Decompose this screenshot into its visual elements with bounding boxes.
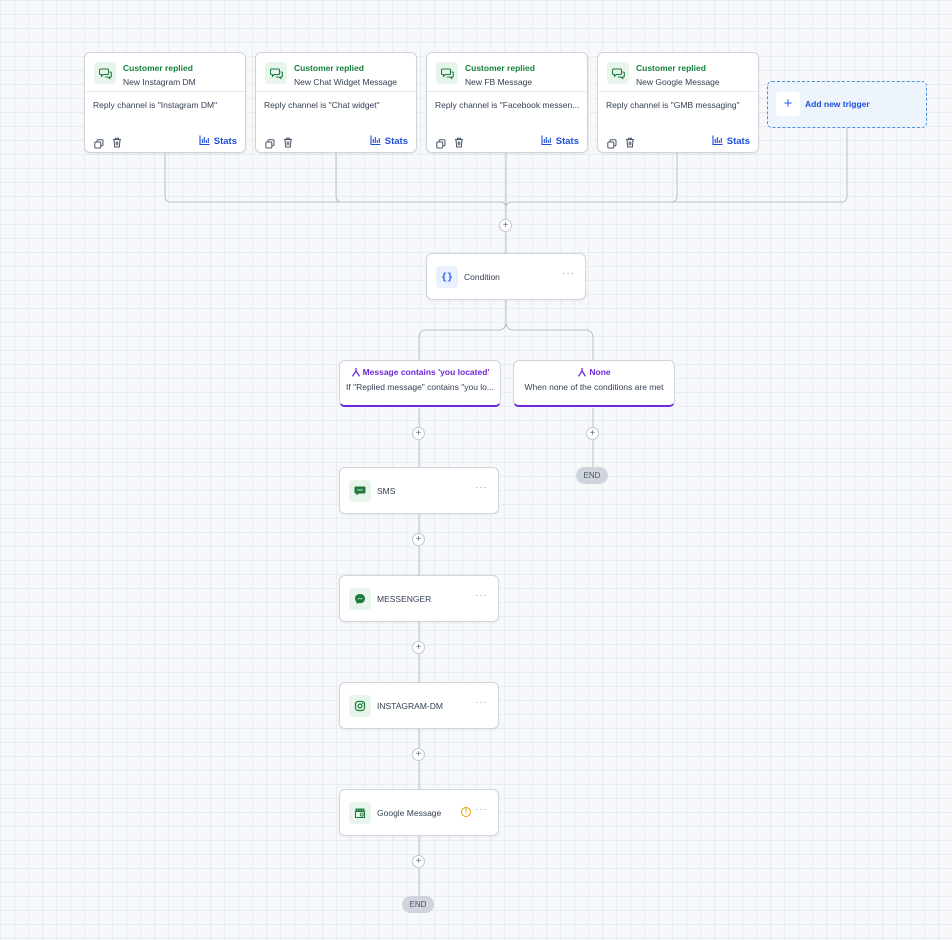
- add-step-button[interactable]: +: [586, 427, 599, 440]
- add-new-trigger-label: Add new trigger: [805, 99, 870, 109]
- branch-description: If "Replied message" contains "you lo...: [346, 382, 494, 392]
- branch-split-icon: [351, 368, 360, 377]
- trigger-header: Customer replied New Instagram DM: [85, 53, 245, 92]
- trigger-subtitle: New Instagram DM: [123, 77, 196, 87]
- end-badge: END: [576, 467, 608, 484]
- trigger-footer: Stats: [427, 130, 587, 152]
- condition-node[interactable]: {} Condition ···: [426, 253, 586, 300]
- trigger-description: Reply channel is "GMB messaging": [606, 100, 740, 110]
- condition-label: Condition: [464, 272, 500, 282]
- add-step-button[interactable]: +: [412, 641, 425, 654]
- more-options-icon[interactable]: ···: [475, 482, 488, 493]
- branch-title: Message contains 'you located': [362, 367, 490, 377]
- plus-icon: +: [776, 92, 800, 116]
- trigger-title: Customer replied: [636, 63, 706, 73]
- trash-icon[interactable]: [454, 135, 464, 153]
- trigger-header: Customer replied New Google Message: [598, 53, 758, 92]
- bar-chart-icon: [712, 135, 723, 148]
- chat-bubbles-icon: [436, 62, 458, 84]
- copy-icon[interactable]: [94, 136, 104, 154]
- add-step-button[interactable]: +: [412, 855, 425, 868]
- stats-label: Stats: [213, 136, 237, 147]
- add-step-button[interactable]: +: [412, 533, 425, 546]
- branch-title-row: Message contains 'you located': [340, 367, 500, 377]
- trigger-title: Customer replied: [123, 63, 193, 73]
- more-options-icon[interactable]: ···: [475, 590, 488, 601]
- more-options-icon[interactable]: ···: [475, 804, 488, 815]
- google-message-icon: [349, 802, 371, 824]
- chat-bubbles-icon: [607, 62, 629, 84]
- trigger-description: Reply channel is "Instagram DM": [93, 100, 218, 110]
- trigger-subtitle: New FB Message: [465, 77, 533, 87]
- stats-label: Stats: [726, 136, 750, 147]
- end-badge: END: [402, 896, 434, 913]
- bar-chart-icon: [199, 135, 210, 148]
- branch-description: When none of the conditions are met: [524, 382, 664, 392]
- copy-icon[interactable]: [436, 136, 446, 154]
- trigger-subtitle: New Chat Widget Message: [294, 77, 397, 87]
- warning-icon[interactable]: !: [461, 807, 471, 817]
- trigger-card-chat-widget[interactable]: Customer replied New Chat Widget Message…: [255, 52, 417, 153]
- instagram-icon: [349, 695, 371, 717]
- copy-icon[interactable]: [607, 136, 617, 154]
- trigger-title: Customer replied: [294, 63, 364, 73]
- trigger-header: Customer replied New FB Message: [427, 53, 587, 92]
- trigger-footer: Stats: [598, 130, 758, 152]
- chat-bubbles-icon: [265, 62, 287, 84]
- more-options-icon[interactable]: ···: [562, 268, 575, 279]
- trash-icon[interactable]: [625, 135, 635, 153]
- action-node-instagram-dm[interactable]: INSTAGRAM-DM ···: [339, 682, 499, 729]
- add-step-button[interactable]: +: [499, 219, 512, 232]
- action-node-messenger[interactable]: MESSENGER ···: [339, 575, 499, 622]
- stats-button[interactable]: Stats: [199, 135, 237, 148]
- branch-card-none[interactable]: None When none of the conditions are met: [513, 360, 675, 407]
- trigger-title: Customer replied: [465, 63, 535, 73]
- add-new-trigger-button[interactable]: + Add new trigger: [767, 81, 927, 128]
- trigger-card-google-message[interactable]: Customer replied New Google Message Repl…: [597, 52, 759, 153]
- branch-title-row: None: [514, 367, 674, 377]
- trigger-header: Customer replied New Chat Widget Message: [256, 53, 416, 92]
- branch-card-you-located[interactable]: Message contains 'you located' If "Repli…: [339, 360, 501, 407]
- copy-icon[interactable]: [265, 136, 275, 154]
- stats-button[interactable]: Stats: [712, 135, 750, 148]
- trigger-description: Reply channel is "Facebook messen...: [435, 100, 580, 110]
- braces-icon: {}: [436, 266, 458, 288]
- trigger-footer: Stats: [256, 130, 416, 152]
- trigger-card-fb-message[interactable]: Customer replied New FB Message Reply ch…: [426, 52, 588, 153]
- more-options-icon[interactable]: ···: [475, 697, 488, 708]
- bar-chart-icon: [541, 135, 552, 148]
- action-label: SMS: [377, 486, 396, 496]
- action-label: Google Message: [377, 808, 442, 818]
- action-node-sms[interactable]: SMS ···: [339, 467, 499, 514]
- add-step-button[interactable]: +: [412, 748, 425, 761]
- workflow-canvas[interactable]: Customer replied New Instagram DM Reply …: [0, 0, 952, 940]
- trigger-subtitle: New Google Message: [636, 77, 720, 87]
- trigger-card-instagram-dm[interactable]: Customer replied New Instagram DM Reply …: [84, 52, 246, 153]
- action-label: INSTAGRAM-DM: [377, 701, 443, 711]
- add-step-button[interactable]: +: [412, 427, 425, 440]
- branch-split-icon: [578, 368, 587, 377]
- chat-bubbles-icon: [94, 62, 116, 84]
- stats-label: Stats: [384, 136, 408, 147]
- action-label: MESSENGER: [377, 594, 432, 604]
- trigger-description: Reply channel is "Chat widget": [264, 100, 380, 110]
- stats-label: Stats: [555, 136, 579, 147]
- branch-title: None: [589, 367, 611, 377]
- trash-icon[interactable]: [112, 135, 122, 153]
- trash-icon[interactable]: [283, 135, 293, 153]
- stats-button[interactable]: Stats: [370, 135, 408, 148]
- sms-icon: [349, 480, 371, 502]
- action-node-google-message[interactable]: Google Message ! ···: [339, 789, 499, 836]
- bar-chart-icon: [370, 135, 381, 148]
- messenger-icon: [349, 588, 371, 610]
- trigger-footer: Stats: [85, 130, 245, 152]
- stats-button[interactable]: Stats: [541, 135, 579, 148]
